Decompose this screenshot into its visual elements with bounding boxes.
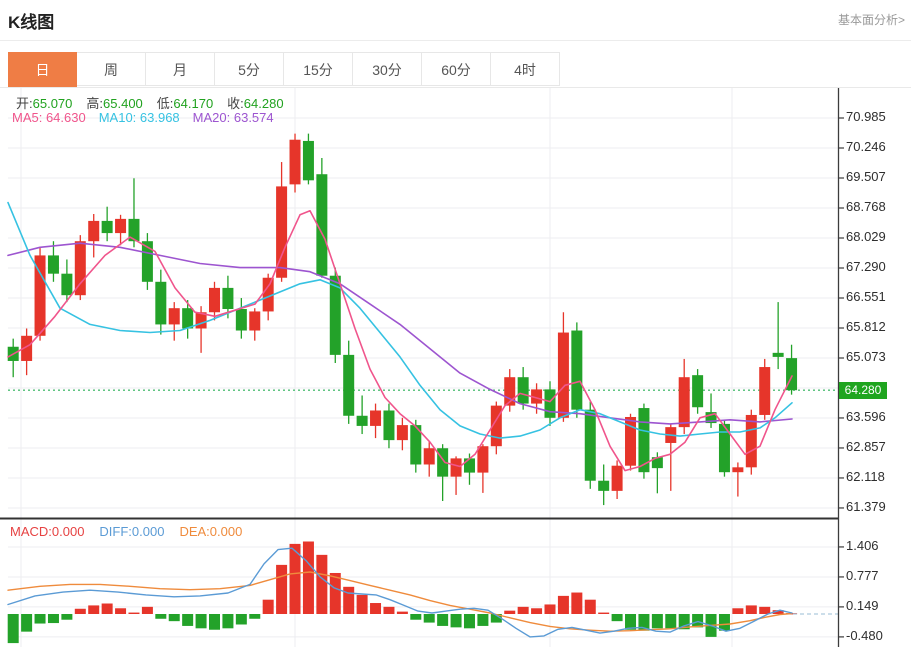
page-title: K线图 — [8, 8, 54, 33]
tab-4时[interactable]: 4时 — [491, 52, 560, 86]
page-header: K线图 基本面分析> — [0, 0, 911, 41]
tab-30分[interactable]: 30分 — [353, 52, 422, 86]
tab-月[interactable]: 月 — [146, 52, 215, 86]
tabbar-divider — [0, 87, 911, 88]
kline-page: K线图 基本面分析> 日周月5分15分30分60分4时 开:65.070 高:6… — [0, 0, 911, 647]
tab-60分[interactable]: 60分 — [422, 52, 491, 86]
tab-周[interactable]: 周 — [77, 52, 146, 86]
tab-日[interactable]: 日 — [8, 52, 77, 88]
tab-15分[interactable]: 15分 — [284, 52, 353, 86]
interval-tab-bar: 日周月5分15分30分60分4时 — [8, 52, 560, 88]
kline-chart-svg[interactable] — [0, 0, 911, 647]
tab-5分[interactable]: 5分 — [215, 52, 284, 86]
fundamental-analysis-link[interactable]: 基本面分析> — [838, 11, 905, 28]
